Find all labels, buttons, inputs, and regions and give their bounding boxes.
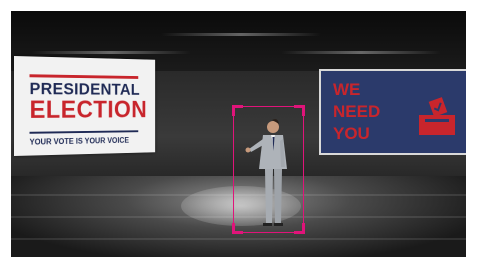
panel-line-2: NEED <box>333 102 381 121</box>
election-banner-panel: PRESIDENTAL ELECTION YOUR VOTE IS YOUR V… <box>14 56 156 156</box>
selection-handle-bottom-right[interactable] <box>294 223 305 234</box>
banner-title-line2: ELECTION <box>29 96 148 124</box>
banner-top-rule <box>29 74 139 79</box>
panel-line-3: YOU <box>333 124 370 143</box>
ceiling-light-strip <box>161 33 321 36</box>
ceiling-light-strip <box>31 51 191 54</box>
floor-line <box>11 238 466 240</box>
presenter-figure[interactable] <box>243 117 293 229</box>
selection-handle-top-right[interactable] <box>294 105 305 116</box>
banner-tagline: YOUR VOTE IS YOUR VOICE <box>29 136 129 147</box>
ballot-box-icon <box>419 97 455 135</box>
selection-handle-bottom-left[interactable] <box>232 223 243 234</box>
we-need-you-panel: WE NEED YOU <box>319 69 466 155</box>
selection-handle-top-left[interactable] <box>232 105 243 116</box>
banner-bottom-rule <box>29 130 139 134</box>
panel-line-1: WE <box>333 80 361 99</box>
virtual-studio-stage: PRESIDENTAL ELECTION YOUR VOTE IS YOUR V… <box>11 11 466 257</box>
ceiling-light-strip <box>281 51 441 54</box>
